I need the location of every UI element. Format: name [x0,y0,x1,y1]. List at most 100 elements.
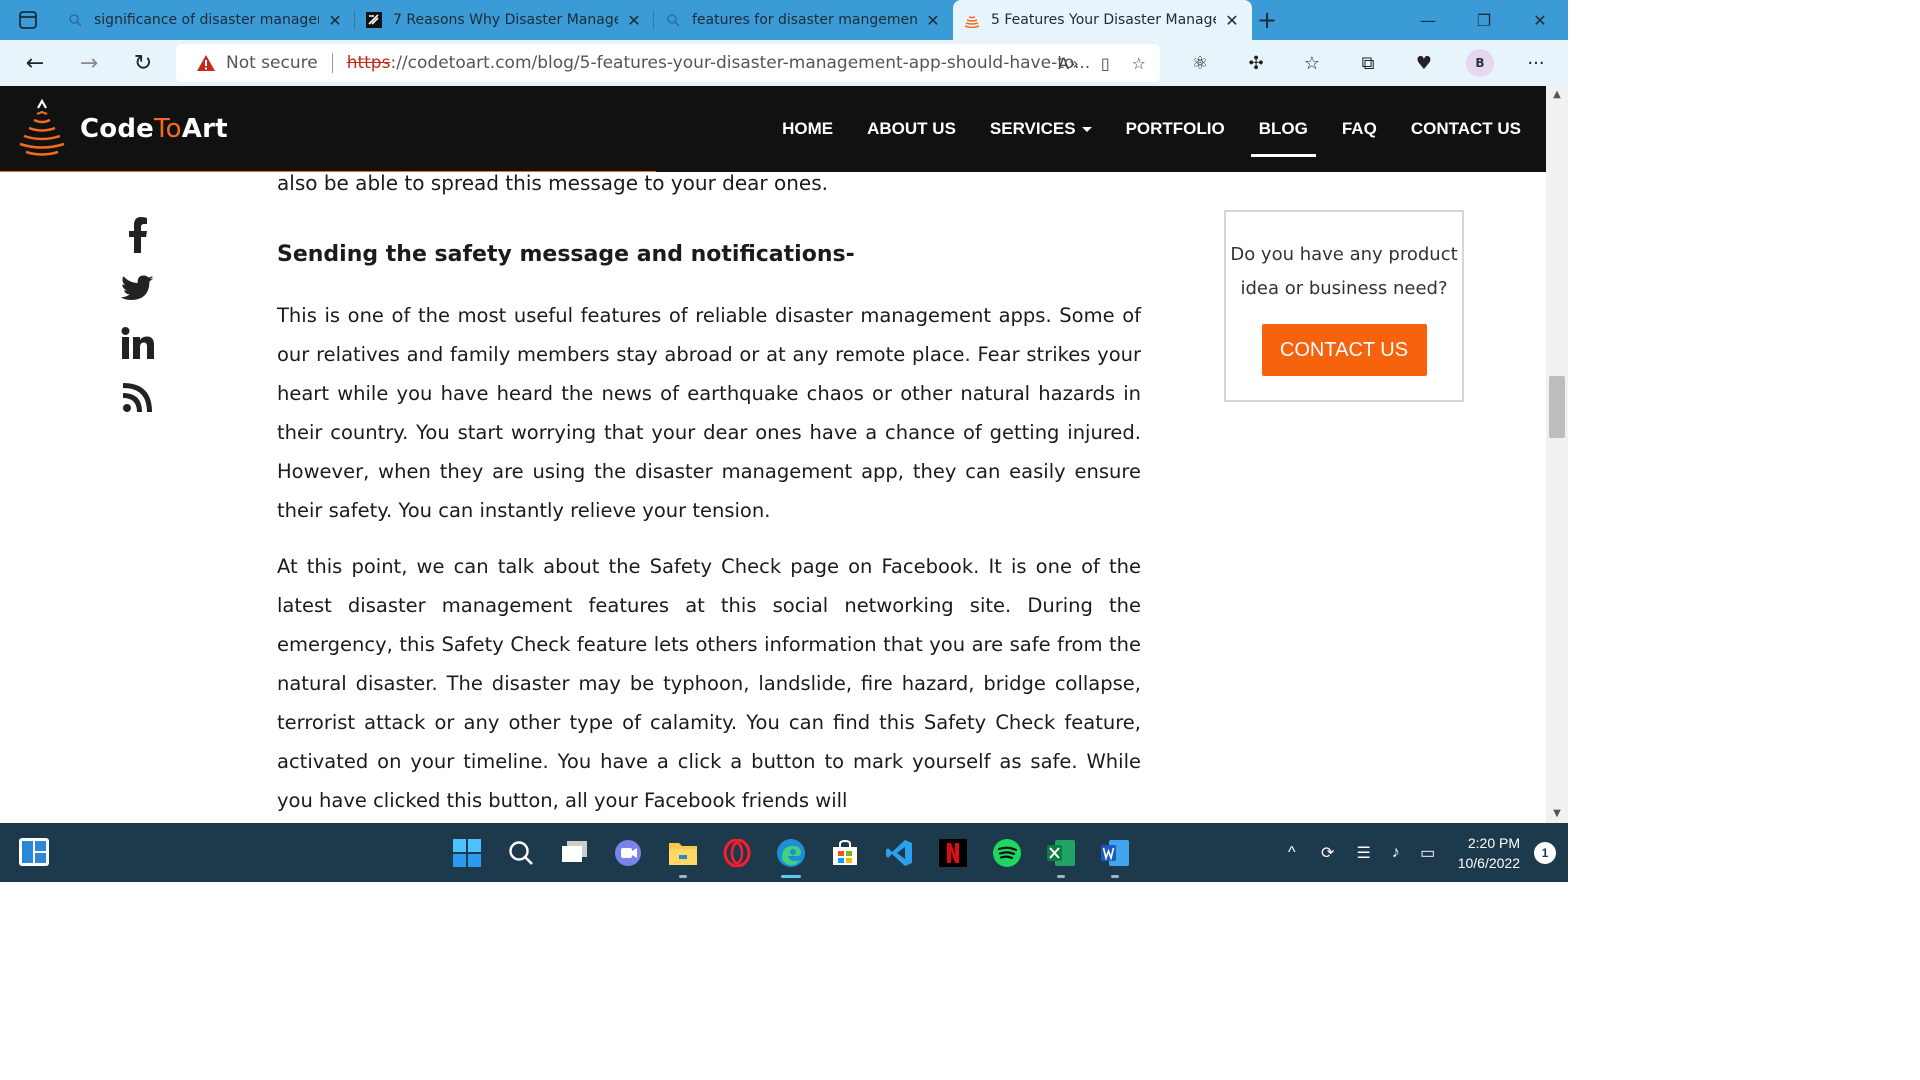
nav-blog[interactable]: BLOG [1250,119,1316,157]
scroll-thumb[interactable] [1549,376,1565,438]
favorites-icon[interactable]: ☆ [1284,40,1340,86]
favorite-add-icon[interactable]: ☆ [1132,54,1146,73]
browser-tab[interactable]: significance of disaster managem ✕ [56,0,355,40]
nav-portfolio[interactable]: PORTFOLIO [1126,119,1225,139]
active-indicator [781,875,801,878]
chevron-down-icon [1081,127,1092,133]
notification-badge[interactable]: 1 [1534,841,1556,864]
site-header: CodeToArt HOME ABOUT US SERVICES PORTFOL… [0,86,1546,174]
facebook-icon[interactable] [118,208,158,262]
nav-about-us[interactable]: ABOUT US [867,119,956,139]
date-label: 10/6/2022 [1457,854,1520,871]
extensions-icon[interactable]: ✣ [1228,40,1284,86]
battery-icon[interactable]: ▭ [1412,843,1444,863]
url-separator [331,53,333,73]
article-text: also be able to spread this message to y… [277,172,828,195]
file-explorer-icon[interactable] [656,823,710,882]
spotify-icon[interactable] [980,823,1034,882]
browser-tab-bar: significance of disaster managem ✕ 7 Rea… [0,0,1568,40]
social-share-bar [118,208,158,424]
collections-icon[interactable]: ⧉ [1340,40,1396,86]
address-toolbar: ← → ↻ Not secure https ://codetoart.com/… [0,40,1568,86]
task-view-icon[interactable] [548,823,602,882]
main-nav: HOME ABOUT US SERVICES PORTFOLIO BLOG FA… [748,86,1521,172]
cta-question: Do you have any product idea or business… [1230,244,1458,299]
nav-contact-us[interactable]: CONTACT US [1411,119,1521,139]
linkedin-icon[interactable] [118,316,158,370]
health-icon[interactable]: ♥ [1396,40,1452,86]
word-icon[interactable] [1088,823,1142,882]
immersive-reader-icon[interactable]: ▯ [1101,54,1110,73]
close-tab-icon[interactable]: ✕ [1222,11,1242,30]
nav-services[interactable]: SERVICES [990,119,1092,139]
search-icon[interactable] [494,823,548,882]
url-text: ://codetoart.com/blog/5-features-your-di… [390,53,1091,73]
article-paragraph: This is one of the most useful features … [277,304,1141,522]
teams-chat-icon[interactable] [602,823,656,882]
section-heading: Sending the safety message and notificat… [277,242,855,267]
logo-icon [19,98,65,156]
article-paragraph: At this point, we can talk about the Saf… [277,555,1141,812]
running-indicator [679,875,687,878]
codetoart-icon [963,11,981,29]
widgets-icon[interactable] [18,837,50,871]
edge-icon[interactable] [764,823,818,882]
tab-actions-icon[interactable] [0,0,56,40]
page-content: also be able to spread this message to y… [0,172,1546,823]
windows-taskbar: ^ ⟳ ☰ ♪ ▭ 2:20 PM 10/6/2022 1 [0,823,1568,882]
url-protocol: https [346,53,391,73]
profile-button[interactable]: B [1452,40,1508,86]
browser-tab[interactable]: 7 Reasons Why Disaster Manage ✕ [355,0,654,40]
site-logo[interactable]: CodeToArt [16,98,228,160]
more-options-icon[interactable]: ··· [1508,40,1564,86]
close-tab-icon[interactable]: ✕ [624,11,644,30]
logo-text: CodeToArt [80,114,228,144]
close-tab-icon[interactable]: ✕ [923,11,943,30]
browser-tab-active[interactable]: 5 Features Your Disaster Manage ✕ [953,0,1252,40]
wifi-icon[interactable]: ☰ [1348,843,1380,863]
close-tab-icon[interactable]: ✕ [325,11,345,30]
page-scrollbar[interactable]: ▲ ▼ [1546,86,1568,823]
volume-icon[interactable]: ♪ [1380,844,1412,862]
time-label: 2:20 PM [1467,834,1520,851]
windows-start-icon[interactable] [440,823,494,882]
address-bar[interactable]: Not secure https ://codetoart.com/blog/5… [176,44,1160,82]
clock[interactable]: 2:20 PM 10/6/2022 [1458,833,1520,873]
sync-icon[interactable]: ⟳ [1308,843,1348,863]
running-indicator [1111,875,1119,878]
article-body: also be able to spread this message to y… [277,172,1141,820]
twitter-icon[interactable] [118,262,158,316]
nav-home[interactable]: HOME [782,119,833,139]
running-indicator [1057,875,1065,878]
react-devtools-icon[interactable]: ⚛ [1172,40,1228,86]
refresh-icon[interactable]: ↻ [116,40,170,86]
search-icon [66,11,84,29]
back-icon[interactable]: ← [8,40,62,86]
nav-faq[interactable]: FAQ [1342,119,1377,139]
microsoft-store-icon[interactable] [818,823,872,882]
scroll-down-icon[interactable]: ▼ [1546,805,1568,823]
scroll-up-icon[interactable]: ▲ [1546,86,1568,104]
netflix-icon[interactable] [926,823,980,882]
chevron-up-icon[interactable]: ^ [1276,844,1308,862]
close-window-icon[interactable]: ✕ [1512,0,1568,40]
read-aloud-icon[interactable]: A» [1058,54,1079,73]
tab-title: 5 Features Your Disaster Manage [991,12,1216,28]
rss-icon[interactable] [118,370,158,424]
system-tray: ^ ⟳ ☰ ♪ ▭ 2:20 PM 10/6/2022 1 [1276,823,1568,882]
search-icon [664,11,682,29]
vscode-icon[interactable] [872,823,926,882]
new-tab-icon[interactable]: + [1252,6,1282,34]
contact-cta-card: Do you have any product idea or business… [1224,210,1464,402]
avatar: B [1466,49,1494,77]
minimize-icon[interactable]: — [1400,0,1456,40]
tab-title: 7 Reasons Why Disaster Manage [393,12,618,28]
forward-icon[interactable]: → [62,40,116,86]
browser-tab[interactable]: features for disaster mangement ✕ [654,0,953,40]
excel-icon[interactable] [1034,823,1088,882]
opera-icon[interactable] [710,823,764,882]
restore-icon[interactable]: ❐ [1456,0,1512,40]
security-label[interactable]: Not secure [226,53,318,73]
tab-title: significance of disaster managem [94,12,319,28]
contact-us-button[interactable]: CONTACT US [1261,324,1427,376]
